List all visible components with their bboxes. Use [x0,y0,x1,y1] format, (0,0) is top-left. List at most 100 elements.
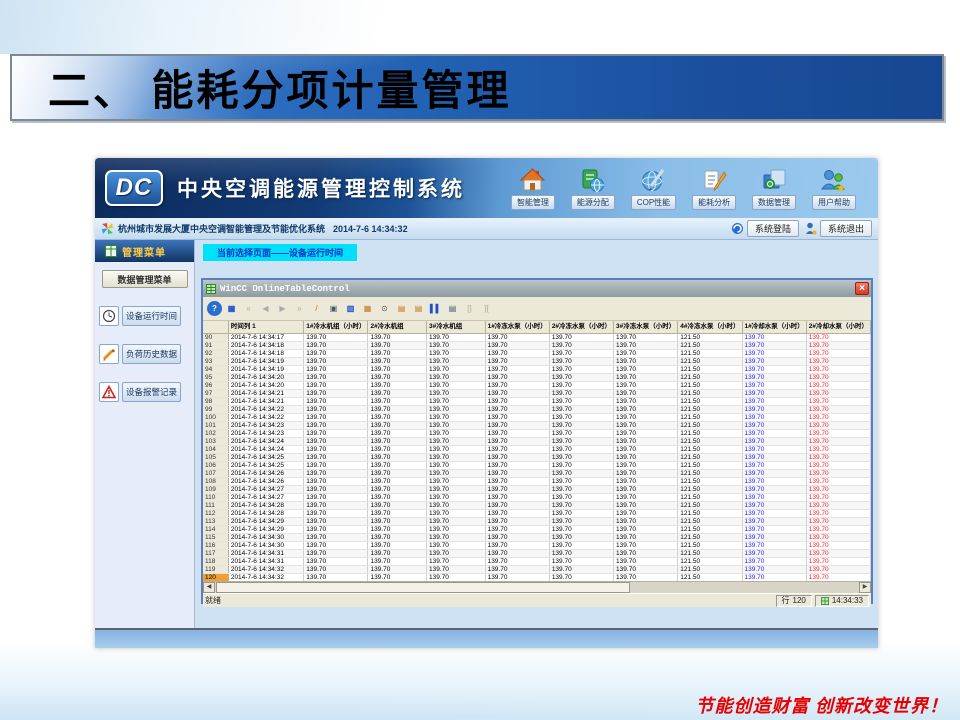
table-row[interactable]: 1002014-7-6 14:34:22139.70139.70139.7013… [203,413,871,421]
nav-item-label: 智能管理 [511,195,555,210]
table-row[interactable]: 1102014-7-6 14:34:27139.70139.70139.7013… [203,493,871,501]
sidebar: 管理菜单 数据管理菜单 设备运行时间 [95,240,195,628]
data-cell: 139.70 [368,437,427,445]
table-row[interactable]: 1142014-7-6 14:34:29139.70139.70139.7013… [203,525,871,533]
table-row[interactable]: 962014-7-6 14:34:20139.70139.70139.70139… [203,381,871,389]
sidebar-item-load-history[interactable]: 负荷历史数据 [99,344,194,364]
nav-item-energy-allocation[interactable]: 能源分配 [571,167,615,210]
data-cell: 139.70 [427,525,486,533]
nav-item-data-management[interactable]: 数据管理 [752,167,796,210]
data-cell: 2014-7-6 14:34:26 [228,477,303,485]
column-header[interactable]: 1#冷却水泵（小时） [742,321,806,333]
table-row[interactable]: 912014-7-6 14:34:18139.70139.70139.70139… [203,341,871,349]
horizontal-scrollbar[interactable]: ◀ ▶ [203,581,871,593]
table-row[interactable]: 982014-7-6 14:34:21139.70139.70139.70139… [203,397,871,405]
nav-item-energy-analysis[interactable]: 能耗分析 [692,167,736,210]
table-row[interactable]: 1062014-7-6 14:34:25139.70139.70139.7013… [203,461,871,469]
data-cell: 139.70 [427,349,486,357]
table-row[interactable]: 1042014-7-6 14:34:24139.70139.70139.7013… [203,445,871,453]
column-header[interactable]: 2#冷冻水泵（小时） [549,321,613,333]
sidebar-item-device-runtime[interactable]: 设备运行时间 [99,306,194,326]
table-row[interactable]: 1052014-7-6 14:34:25139.70139.70139.7013… [203,453,871,461]
data-cell: 139.70 [368,541,427,549]
table-row[interactable]: 1012014-7-6 14:34:23139.70139.70139.7013… [203,421,871,429]
table-row[interactable]: 1092014-7-6 14:34:27139.70139.70139.7013… [203,485,871,493]
copy-icon[interactable]: ▣ [326,301,341,316]
data-cell: 139.70 [742,509,806,517]
data-cell: 139.70 [427,573,486,581]
nav-item-smart-management[interactable]: 智能管理 [511,167,555,210]
pause-icon[interactable]: ▌▌ [428,301,443,316]
table-row[interactable]: 1152014-7-6 14:34:30139.70139.70139.7013… [203,533,871,541]
data-cell: 139.70 [485,333,549,341]
table-row[interactable]: 1192014-7-6 14:34:32139.70139.70139.7013… [203,565,871,573]
row-number-cell: 108 [203,477,228,485]
column-header[interactable]: 3#冷冻水泵（小时） [614,321,678,333]
data-cell: 121.50 [678,477,742,485]
data-cell: 139.70 [304,573,368,581]
table-row[interactable]: 942014-7-6 14:34:19139.70139.70139.70139… [203,365,871,373]
data-cell: 139.70 [368,557,427,565]
column-header[interactable]: 1#冷水机组（小时） [304,321,368,333]
data-cell: 2014-7-6 14:34:32 [228,573,303,581]
data-cell: 139.70 [614,373,678,381]
data-cell: 139.70 [368,333,427,341]
table-row[interactable]: 952014-7-6 14:34:20139.70139.70139.70139… [203,373,871,381]
column-header[interactable]: 2#冷却水泵（小时） [806,321,870,333]
column-header[interactable]: 2#冷水机组 [368,321,427,333]
sidebar-item-alarm-records[interactable]: 设备报警记录 [99,382,194,402]
table-row[interactable]: 922014-7-6 14:34:18139.70139.70139.70139… [203,349,871,357]
print-icon[interactable]: ▤ [445,301,460,316]
column-header[interactable]: 4#冷冻水泵（小时） [678,321,742,333]
column-header[interactable]: 时间列 1 [228,321,303,333]
data-cell: 139.70 [806,405,870,413]
data-cell: 139.70 [485,493,549,501]
clock-icon[interactable]: ⊙ [377,301,392,316]
edit-icon[interactable]: / [309,301,324,316]
select-time-range-icon[interactable]: ▦ [360,301,375,316]
import-data-icon[interactable]: ▤ [411,301,426,316]
scroll-right-icon[interactable]: ▶ [859,582,871,593]
data-cell: 139.70 [368,549,427,557]
data-cell: 139.70 [304,333,368,341]
row-number-cell: 120 [203,573,228,581]
table-row[interactable]: 1202014-7-6 14:34:32139.70139.70139.7013… [203,573,871,581]
column-header[interactable]: 1#冷冻水泵（小时） [485,321,549,333]
table-row[interactable]: 972014-7-6 14:34:21139.70139.70139.70139… [203,389,871,397]
table-row[interactable]: 1032014-7-6 14:34:24139.70139.70139.7013… [203,437,871,445]
nav-item-label: 能源分配 [571,195,615,210]
table-row[interactable]: 932014-7-6 14:34:19139.70139.70139.70139… [203,357,871,365]
table-row[interactable]: 902014-7-6 14:34:17139.70139.70139.70139… [203,333,871,341]
help-icon[interactable]: ? [207,301,222,316]
scrollbar-thumb[interactable] [216,582,630,593]
scroll-left-icon[interactable]: ◀ [203,582,215,593]
data-cell: 139.70 [614,573,678,581]
nav-item-cop-performance[interactable]: COP性能 [631,167,676,210]
nav-item-label: 用户帮助 [812,195,856,210]
table-row[interactable]: 1162014-7-6 14:34:30139.70139.70139.7013… [203,541,871,549]
select-columns-icon[interactable]: ▥ [343,301,358,316]
row-number-cell: 117 [203,549,228,557]
table-row[interactable]: 1182014-7-6 14:34:31139.70139.70139.7013… [203,557,871,565]
sidebar-section-button[interactable]: 数据管理菜单 [102,270,188,288]
table-row[interactable]: 1022014-7-6 14:34:23139.70139.70139.7013… [203,429,871,437]
system-login-button[interactable]: 系统登陆 [747,220,799,237]
data-cell: 139.70 [304,421,368,429]
table-row[interactable]: 1072014-7-6 14:34:26139.70139.70139.7013… [203,469,871,477]
system-logout-button[interactable]: 系统退出 [820,220,872,237]
table-row[interactable]: 1082014-7-6 14:34:26139.70139.70139.7013… [203,477,871,485]
table-row[interactable]: 1132014-7-6 14:34:29139.70139.70139.7013… [203,517,871,525]
mini-table-icon [821,597,829,605]
table-row[interactable]: 1112014-7-6 14:34:28139.70139.70139.7013… [203,501,871,509]
table-row[interactable]: 992014-7-6 14:34:22139.70139.70139.70139… [203,405,871,413]
column-header[interactable] [203,321,228,333]
refresh-view-icon[interactable]: ▦ [224,301,239,316]
close-icon[interactable]: × [855,282,869,295]
nav-item-user-help[interactable]: 用户帮助 [812,167,856,210]
export-data-icon[interactable]: ▤ [394,301,409,316]
data-cell: 139.70 [614,349,678,357]
table-row[interactable]: 1172014-7-6 14:34:31139.70139.70139.7013… [203,549,871,557]
table-row[interactable]: 1122014-7-6 14:34:28139.70139.70139.7013… [203,509,871,517]
column-header[interactable]: 3#冷水机组 [427,321,486,333]
data-cell: 139.70 [304,517,368,525]
